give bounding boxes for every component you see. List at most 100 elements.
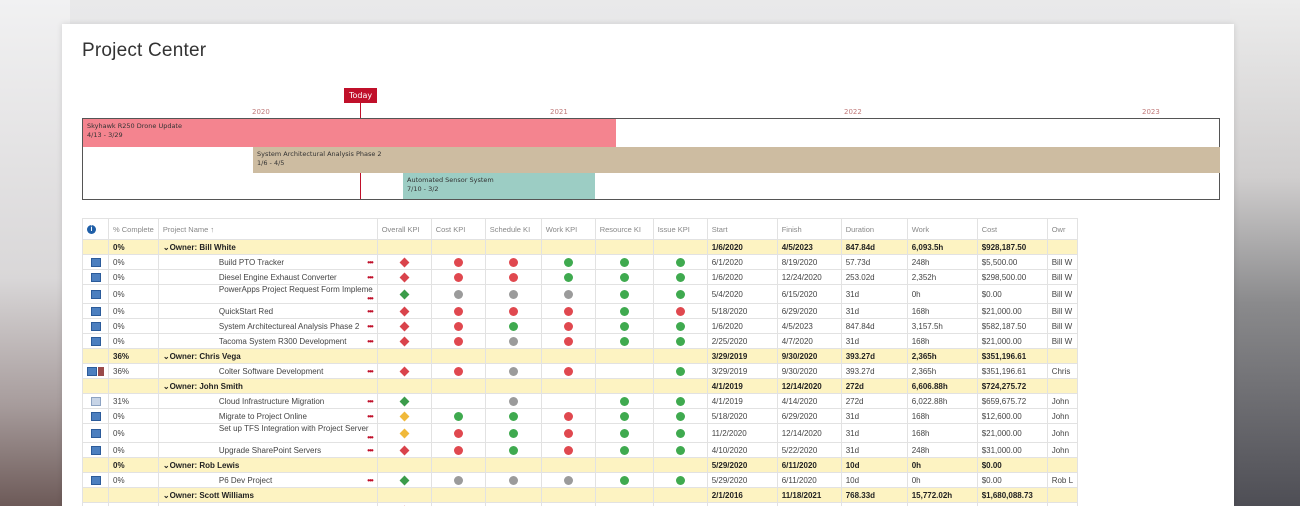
info-column-header[interactable]: i xyxy=(82,218,109,240)
project-icon[interactable] xyxy=(87,366,97,376)
project-name-link[interactable]: Colter Software Development xyxy=(219,367,324,376)
project-name-link[interactable]: QuickStart Red xyxy=(219,307,273,316)
more-options-icon[interactable]: ••• xyxy=(367,337,373,346)
project-row[interactable]: 0% Diesel Engine Exhaust Converter ••• 1/6/… xyxy=(82,269,1079,285)
project-row[interactable]: 36% Colter Software Development ••• 3/29/20… xyxy=(82,363,1079,379)
collapse-icon[interactable]: ⌄ xyxy=(163,352,170,361)
project-name-cell[interactable]: Colter Software Development ••• xyxy=(157,363,378,379)
timeline-bar-automated-sensor[interactable]: Automated Sensor System 7/10 - 3/2 xyxy=(403,173,595,199)
column-header-cost-kpi[interactable]: Cost KPI xyxy=(430,218,486,240)
collapse-icon[interactable]: ⌄ xyxy=(163,461,170,470)
group-name-cell[interactable]: ⌄Owner: Scott Williams xyxy=(157,487,378,503)
column-header-issue-kpi[interactable]: Issue KPI xyxy=(652,218,708,240)
project-icon[interactable] xyxy=(90,272,101,282)
project-icon[interactable] xyxy=(90,289,101,299)
project-name-cell[interactable]: Diesel Engine Exhaust Converter ••• xyxy=(157,269,378,285)
project-name-cell[interactable]: Set up TFS Integration with Project Serv… xyxy=(157,423,378,443)
group-row[interactable]: 36% ⌄Owner: Chris Vega 3/29/2019 9/30/2020 3… xyxy=(82,348,1079,364)
project-row[interactable]: 31% Cloud Infrastructure Migration ••• 4/1/… xyxy=(82,393,1079,409)
row-icon-cell[interactable] xyxy=(82,254,109,270)
group-name-cell[interactable]: ⌄Owner: Rob Lewis xyxy=(157,457,378,473)
more-options-icon[interactable]: ••• xyxy=(367,476,373,485)
column-header-overall-kpi[interactable]: Overall KPI xyxy=(376,218,432,240)
timeline-bar-skyhawk[interactable]: Skyhawk R250 Drone Update 4/13 - 3/29 xyxy=(83,119,616,147)
more-options-icon[interactable]: ••• xyxy=(367,307,373,316)
more-options-icon[interactable]: ••• xyxy=(367,294,373,303)
row-icon-cell[interactable] xyxy=(82,502,109,506)
project-row[interactable]: 0% Set up TFS Integration with Project Se… xyxy=(82,423,1079,443)
project-row[interactable]: 0%Automated Sensor System••• 7/10/20203/2… xyxy=(82,502,1079,506)
project-icon[interactable] xyxy=(90,396,101,406)
row-icon-cell[interactable] xyxy=(82,408,109,424)
more-options-icon[interactable]: ••• xyxy=(367,273,373,282)
project-name-cell[interactable]: Cloud Infrastructure Migration ••• xyxy=(157,393,378,409)
project-icon[interactable] xyxy=(90,411,101,421)
row-icon-cell[interactable] xyxy=(82,423,109,443)
project-row[interactable]: 0% Migrate to Project Online ••• 5/18/2020 6… xyxy=(82,408,1079,424)
collapse-icon[interactable]: ⌄ xyxy=(163,243,170,252)
project-icon[interactable] xyxy=(90,321,101,331)
group-name-cell[interactable]: ⌄Owner: Bill White xyxy=(157,239,378,255)
row-icon-cell[interactable] xyxy=(82,318,109,334)
project-name-link[interactable]: Upgrade SharePoint Servers xyxy=(219,446,321,455)
column-header-pct-complete[interactable]: % Complete xyxy=(108,218,159,240)
collapse-icon[interactable]: ⌄ xyxy=(163,382,170,391)
project-name-cell[interactable]: Build PTO Tracker ••• xyxy=(157,254,378,270)
project-row[interactable]: 0% PowerApps Project Request Form Impleme… xyxy=(82,284,1079,304)
project-name-link[interactable]: P6 Dev Project xyxy=(219,476,272,485)
more-options-icon[interactable]: ••• xyxy=(367,397,373,406)
project-name-link[interactable]: System Architectureal Analysis Phase 2 xyxy=(219,322,360,331)
project-name-cell[interactable]: PowerApps Project Request Form Impleme ••… xyxy=(157,284,378,304)
more-options-icon[interactable]: ••• xyxy=(367,322,373,331)
project-name-link[interactable]: Build PTO Tracker xyxy=(219,258,284,267)
project-name-cell[interactable]: Migrate to Project Online ••• xyxy=(157,408,378,424)
group-row[interactable]: 0% ⌄Owner: Bill White 1/6/2020 4/5/2023 847.… xyxy=(82,239,1079,255)
project-row[interactable]: 0% P6 Dev Project ••• 5/29/2020 6/11/2020 10d… xyxy=(82,472,1079,488)
project-icon[interactable] xyxy=(90,475,101,485)
column-header-work-kpi[interactable]: Work KPI xyxy=(540,218,596,240)
project-name-link[interactable]: Tacoma System R300 Development xyxy=(219,337,347,346)
project-row[interactable]: 0% Tacoma System R300 Development ••• 2/25/… xyxy=(82,333,1079,349)
column-header-work[interactable]: Work xyxy=(906,218,978,240)
project-icon[interactable] xyxy=(90,257,101,267)
collapse-icon[interactable]: ⌄ xyxy=(163,491,170,500)
group-row[interactable]: ⌄Owner: John Smith 4/1/2019 12/14/2020 272d… xyxy=(82,378,1079,394)
timeline-bar-system-arch[interactable]: System Architectural Analysis Phase 2 1/… xyxy=(253,147,1220,173)
row-icon-cell[interactable] xyxy=(82,333,109,349)
column-header-cost[interactable]: Cost xyxy=(976,218,1048,240)
row-icon-cell[interactable] xyxy=(82,303,109,319)
column-header-owner[interactable]: Owr xyxy=(1046,218,1079,240)
more-options-icon[interactable]: ••• xyxy=(367,258,373,267)
more-options-icon[interactable]: ••• xyxy=(367,412,373,421)
row-icon-cell[interactable] xyxy=(82,284,109,304)
column-header-resource-kpi[interactable]: Resource KI xyxy=(594,218,654,240)
row-icon-cell[interactable] xyxy=(82,363,109,379)
more-options-icon[interactable]: ••• xyxy=(367,446,373,455)
column-header-project-name[interactable]: Project Name ↑ xyxy=(157,218,378,240)
project-name-cell[interactable]: Automated Sensor System••• xyxy=(157,502,378,506)
group-name-cell[interactable]: ⌄Owner: John Smith xyxy=(157,378,378,394)
more-options-icon[interactable]: ••• xyxy=(367,433,373,442)
column-header-finish[interactable]: Finish xyxy=(776,218,842,240)
project-name-link[interactable]: Cloud Infrastructure Migration xyxy=(219,397,324,406)
project-name-link[interactable]: Migrate to Project Online xyxy=(219,412,307,421)
project-icon[interactable] xyxy=(90,336,101,346)
row-icon-cell[interactable] xyxy=(82,393,109,409)
group-row[interactable]: 0% ⌄Owner: Rob Lewis 5/29/2020 6/11/2020 10d… xyxy=(82,457,1079,473)
column-header-start[interactable]: Start xyxy=(706,218,778,240)
project-icon[interactable] xyxy=(90,445,101,455)
project-name-link[interactable]: Set up TFS Integration with Project Serv… xyxy=(219,425,369,434)
project-name-cell[interactable]: System Architectureal Analysis Phase 2 ••… xyxy=(157,318,378,334)
group-row[interactable]: ⌄Owner: Scott Williams 2/1/2016 11/18/2021… xyxy=(82,487,1079,503)
row-icon-cell[interactable] xyxy=(82,472,109,488)
project-name-cell[interactable]: Upgrade SharePoint Servers ••• xyxy=(157,442,378,458)
project-name-link[interactable]: PowerApps Project Request Form Impleme xyxy=(219,286,373,295)
row-icon-cell[interactable] xyxy=(82,269,109,285)
column-header-duration[interactable]: Duration xyxy=(840,218,908,240)
row-icon-cell[interactable] xyxy=(82,442,109,458)
project-row[interactable]: 0% Upgrade SharePoint Servers ••• 4/10/2020… xyxy=(82,442,1079,458)
column-header-schedule-kpi[interactable]: Schedule KI xyxy=(484,218,542,240)
group-name-cell[interactable]: ⌄Owner: Chris Vega xyxy=(157,348,378,364)
project-icon[interactable] xyxy=(90,428,101,438)
project-name-cell[interactable]: Tacoma System R300 Development ••• xyxy=(157,333,378,349)
